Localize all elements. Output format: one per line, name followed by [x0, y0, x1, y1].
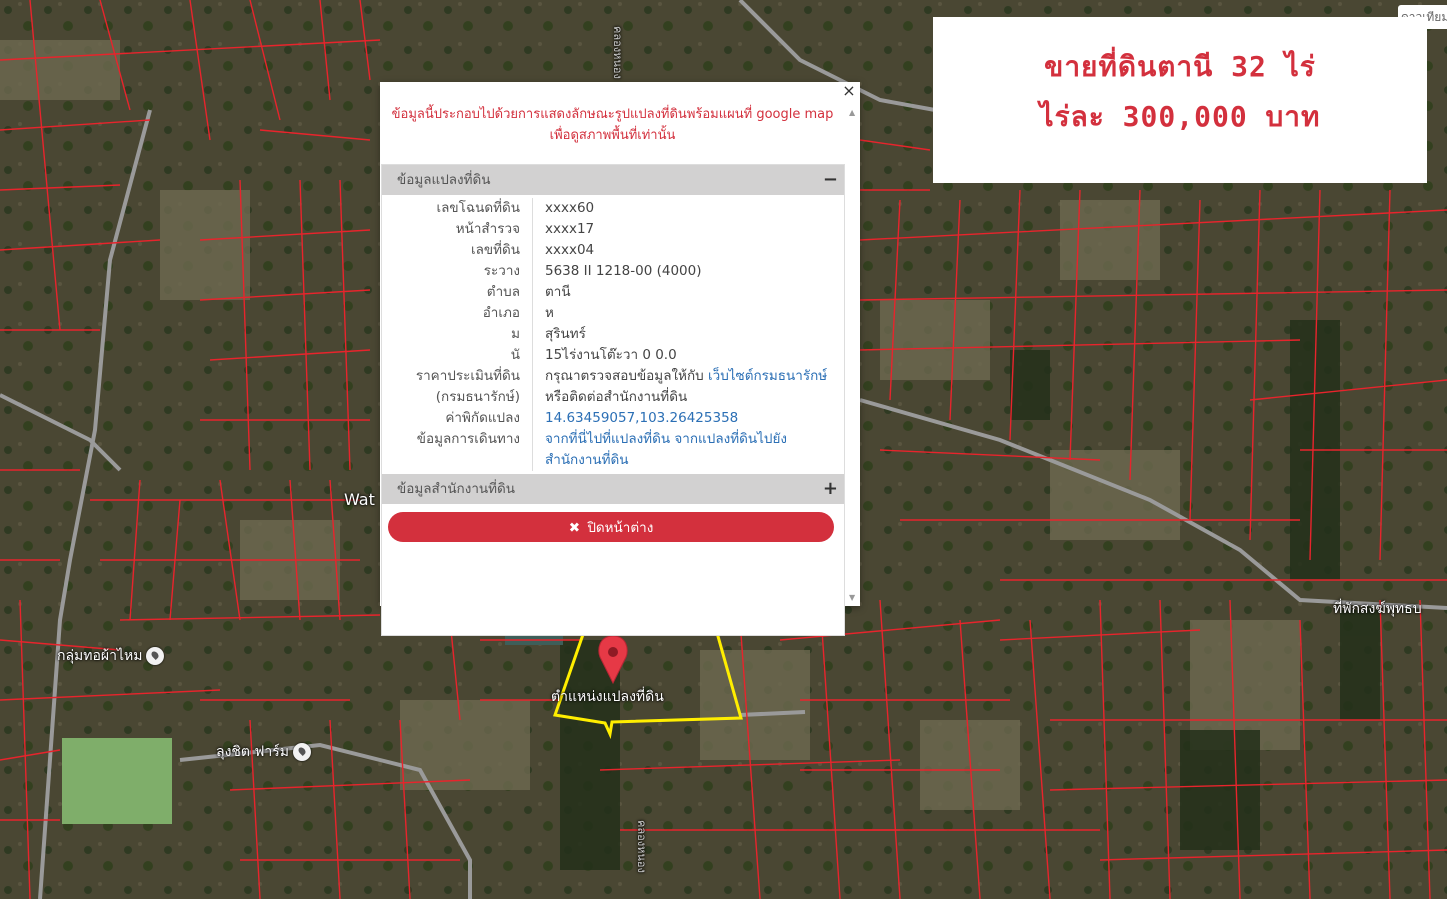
- table-row: ราคาประเมินที่ดิน (กรมธนารักษ์) กรุณาตรวจ…: [382, 366, 844, 408]
- notice-line-2: เพื่อดูสภาพพื้นที่เท่านั้น: [549, 128, 676, 143]
- canal-label-top: คลองหนอง: [611, 26, 624, 79]
- treasury-website-link[interactable]: เว็บไซต์กรมธนารักษ์: [708, 368, 827, 384]
- row-value: ตานี: [545, 284, 571, 300]
- row-key: ระวาง: [382, 261, 533, 282]
- row-value: 15ไร่งานโต๊ะวา 0 0.0: [545, 347, 677, 363]
- price-card-title: ขายที่ดินตานี 32 ไร่: [1044, 50, 1316, 83]
- price-card-price: ไร่ละ 300,000 บาท: [1039, 100, 1321, 133]
- row-key: ม: [382, 324, 533, 345]
- price-card: ขายที่ดินตานี 32 ไร่ ไร่ละ 300,000 บาท: [933, 17, 1427, 183]
- parcel-info-table: เลขโฉนดที่ดิน xxxx60 หน้าสำรวจ xxxx17 เลขที่…: [382, 198, 844, 471]
- row-value: สุรินทร์: [545, 326, 586, 342]
- appraisal-key-2: (กรมธนารักษ์): [435, 389, 520, 405]
- info-notice: ข้อมูลนี้ประกอบไปด้วยการแสดงลักษณะรูปแปล…: [380, 104, 845, 146]
- parcel-details-panel: ข้อมูลแปลงที่ดิน − เลขโฉนดที่ดิน xxxx60 หน…: [381, 164, 845, 636]
- table-row: นั 15ไร่งานโต๊ะวา 0 0.0: [382, 345, 844, 366]
- row-value: 5638 II 1218-00 (4000): [545, 263, 702, 279]
- row-key: เลขโฉนดที่ดิน: [382, 198, 533, 219]
- close-icon[interactable]: ×: [842, 83, 856, 99]
- table-row: ตำบล ตานี: [382, 282, 844, 303]
- row-key: เลขที่ดิน: [382, 240, 533, 261]
- row-key: นั: [382, 345, 533, 366]
- table-row: ค่าพิกัดแปลง 14.63459057,103.26425358: [382, 408, 844, 429]
- section-land-office-header[interactable]: ข้อมูลสำนักงานที่ดิน +: [382, 474, 844, 504]
- place-pin-icon: [146, 647, 165, 665]
- collapse-minus-icon[interactable]: −: [823, 165, 838, 195]
- table-row: ม สุรินทร์: [382, 324, 844, 345]
- row-value: xxxx60: [545, 200, 595, 216]
- row-value: xxxx17: [545, 221, 595, 237]
- map-label-lung-chit-farm[interactable]: ลุงชิต ฟาร์ม: [216, 741, 311, 763]
- directions-to-parcel-link[interactable]: จากที่นี่ไปที่แปลงที่ดิน: [545, 431, 670, 447]
- coords-key: ค่าพิกัดแปลง: [382, 408, 533, 429]
- appraisal-key-1: ราคาประเมินที่ดิน: [415, 368, 520, 384]
- section-parcel-info-header[interactable]: ข้อมูลแปลงที่ดิน −: [382, 165, 844, 195]
- table-row: ข้อมูลการเดินทาง จากที่นี่ไปที่แปลงที่ดิ…: [382, 429, 844, 471]
- parcel-info-window: × ▲ ▼ ข้อมูลนี้ประกอบไปด้วยการแสดงลักษณะ…: [380, 82, 860, 636]
- row-value: ห: [545, 305, 554, 321]
- section-land-office-title: ข้อมูลสำนักงานที่ดิน: [397, 481, 516, 497]
- expand-plus-icon[interactable]: +: [823, 474, 838, 504]
- map-label-wat: Wat: [344, 490, 375, 509]
- map-label-weaving-group[interactable]: กลุ่มทอผ้าไหม: [57, 645, 165, 667]
- row-key: อำเภอ: [382, 303, 533, 324]
- row-value: xxxx04: [545, 242, 595, 258]
- table-row: เลขโฉนดที่ดิน xxxx60: [382, 198, 844, 219]
- table-row: อำเภอ ห: [382, 303, 844, 324]
- coordinates-link[interactable]: 14.63459057,103.26425358: [545, 410, 738, 426]
- lung-chit-farm-label: ลุงชิต ฟาร์ม: [216, 744, 289, 760]
- scroll-up-arrow-icon[interactable]: ▲: [849, 108, 855, 117]
- close-window-label: ปิดหน้าต่าง: [587, 520, 654, 536]
- table-row: เลขที่ดิน xxxx04: [382, 240, 844, 261]
- table-row: ระวาง 5638 II 1218-00 (4000): [382, 261, 844, 282]
- close-window-button[interactable]: ✖ ปิดหน้าต่าง: [388, 512, 834, 542]
- canal-label-bottom: คลองหนอง: [635, 820, 648, 873]
- table-row: หน้าสำรวจ xxxx17: [382, 219, 844, 240]
- scroll-down-arrow-icon[interactable]: ▼: [849, 593, 855, 602]
- appraisal-text-1: กรุณาตรวจสอบข้อมูลให้กับ: [545, 368, 708, 384]
- section-parcel-info-title: ข้อมูลแปลงที่ดิน: [397, 172, 491, 188]
- row-key: หน้าสำรวจ: [382, 219, 533, 240]
- map-label-monk-residence[interactable]: ที่พักสงฆ์พุทธบ: [1333, 598, 1422, 620]
- weaving-group-label: กลุ่มทอผ้าไหม: [57, 648, 143, 664]
- row-key: ตำบล: [382, 282, 533, 303]
- close-x-icon: ✖: [568, 520, 581, 536]
- directions-key: ข้อมูลการเดินทาง: [382, 429, 533, 471]
- info-window-scrollbar[interactable]: ▲ ▼: [847, 104, 859, 602]
- parcel-location-label: ตำแหน่งแปลงที่ดิน: [551, 689, 664, 705]
- place-pin-icon: [292, 743, 311, 761]
- notice-line-1: ข้อมูลนี้ประกอบไปด้วยการแสดงลักษณะรูปแปล…: [391, 107, 834, 122]
- appraisal-text-2: หรือติดต่อสำนักงานที่ดิน: [545, 389, 688, 405]
